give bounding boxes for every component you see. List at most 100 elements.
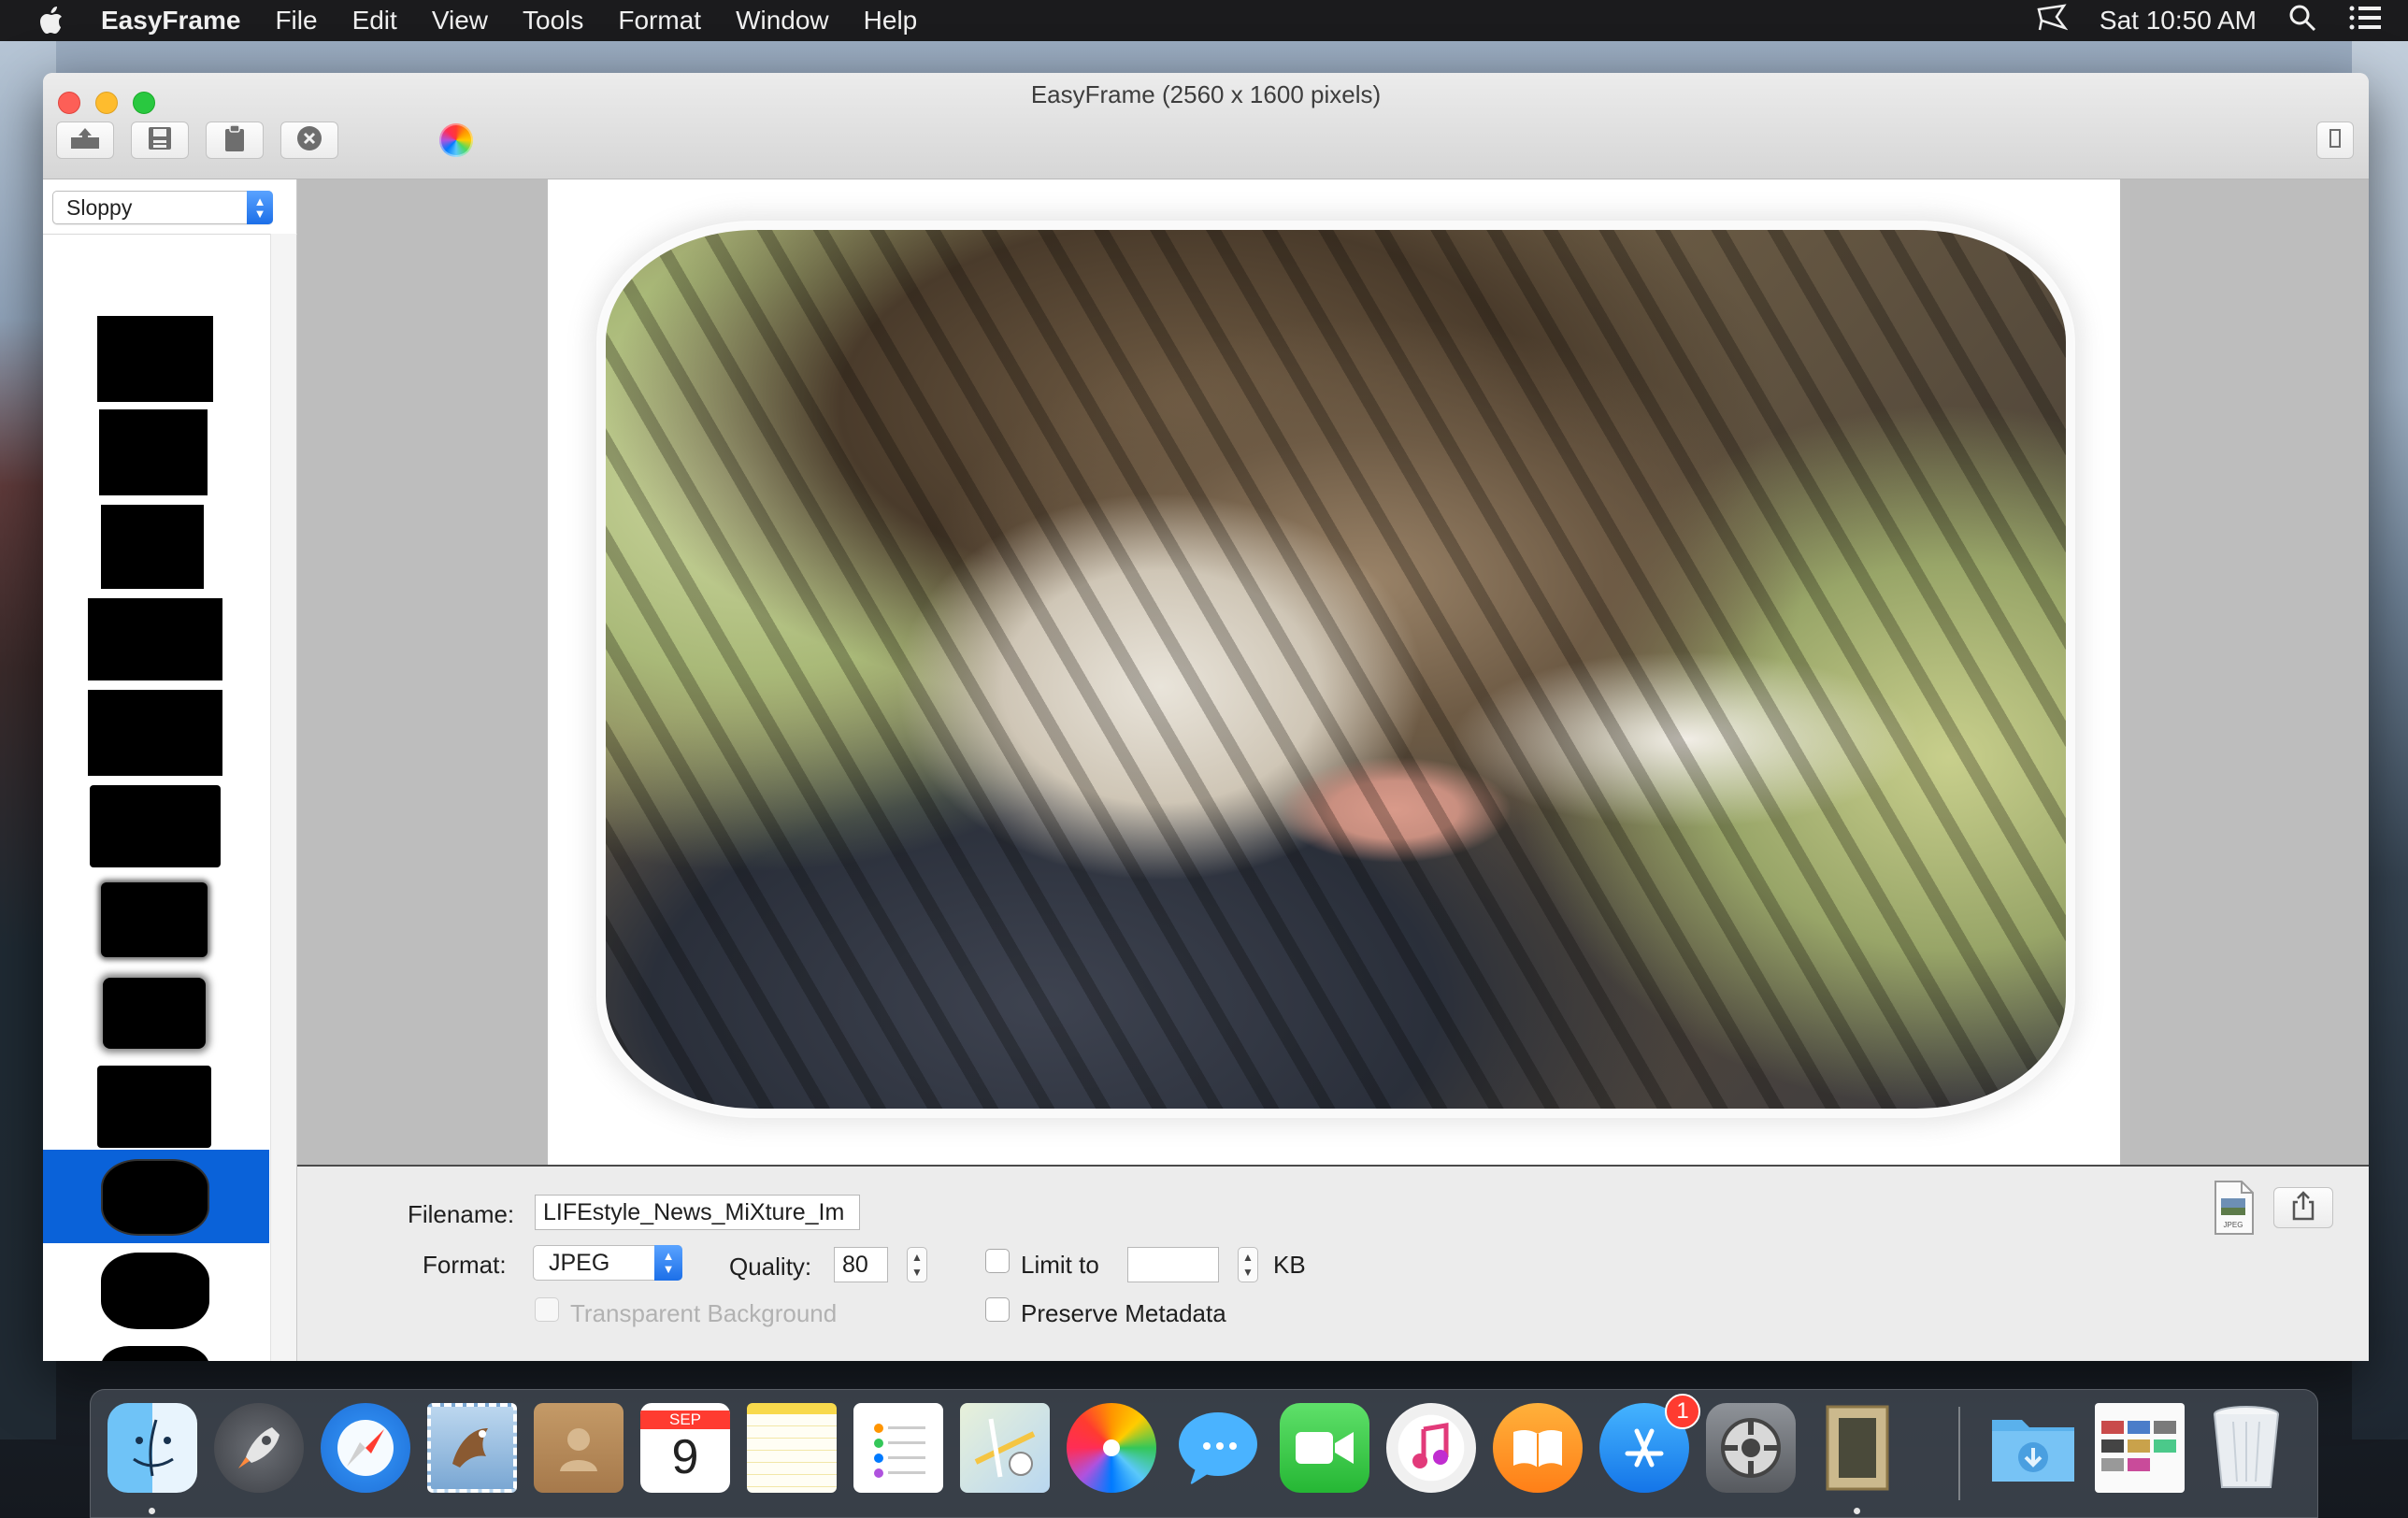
- frame-thumbnail[interactable]: [43, 1056, 269, 1150]
- filename-label: Filename:: [408, 1200, 515, 1228]
- frame-thumbnail[interactable]: [43, 682, 269, 776]
- frame-style-sidebar: Sloppy ▲ ▼: [43, 179, 297, 1361]
- limit-size-stepper[interactable]: ▲ ▼: [1238, 1247, 1258, 1282]
- frame-preview-shape: [101, 1346, 209, 1361]
- calendar-icon[interactable]: SEP 9: [640, 1403, 730, 1493]
- finder-icon[interactable]: [108, 1403, 197, 1493]
- transparent-background-checkbox[interactable]: [535, 1297, 559, 1322]
- frame-thumbnail[interactable]: [43, 308, 269, 402]
- ibooks-icon[interactable]: [1493, 1403, 1583, 1493]
- open-image-button[interactable]: [56, 122, 114, 159]
- apple-menu-icon[interactable]: [37, 6, 75, 36]
- system-preferences-icon[interactable]: [1706, 1403, 1796, 1493]
- frame-thumbnail[interactable]: [43, 402, 269, 495]
- frame-thumbnail[interactable]: [43, 1243, 269, 1337]
- dock-separator: [1958, 1407, 1960, 1500]
- facetime-icon[interactable]: [1280, 1403, 1369, 1493]
- format-value: JPEG: [549, 1250, 610, 1276]
- reminders-icon[interactable]: [853, 1403, 943, 1493]
- messages-icon[interactable]: [1173, 1403, 1263, 1493]
- jpeg-file-icon[interactable]: JPEG: [2212, 1180, 2255, 1236]
- trash-icon[interactable]: [2201, 1403, 2291, 1493]
- preview-stack-icon[interactable]: [2095, 1403, 2185, 1493]
- format-select[interactable]: JPEG ▲ ▼: [533, 1245, 682, 1281]
- close-image-button[interactable]: [280, 122, 338, 159]
- menu-edit[interactable]: Edit: [352, 6, 397, 36]
- notes-icon[interactable]: [747, 1403, 837, 1493]
- screen-share-icon[interactable]: [2036, 3, 2069, 38]
- menu-file[interactable]: File: [275, 6, 317, 36]
- photo-fur-texture: [606, 230, 2066, 1109]
- export-options-panel: Filename: LIFEstyle_News_MiXture_Im Form…: [297, 1165, 2369, 1361]
- frame-thumbnail[interactable]: [43, 589, 269, 682]
- spotlight-search-icon[interactable]: [2288, 4, 2316, 38]
- limit-to-label: Limit to: [1021, 1251, 1099, 1279]
- frame-preview-shape: [101, 1159, 209, 1236]
- frame-preview-shape: [103, 978, 206, 1049]
- itunes-icon[interactable]: [1386, 1403, 1476, 1493]
- menu-help[interactable]: Help: [864, 6, 918, 36]
- frame-style-value: Sloppy: [66, 195, 133, 220]
- frame-preview-shape: [101, 505, 204, 589]
- kb-label: KB: [1273, 1251, 1306, 1279]
- frame-preview-shape: [97, 316, 213, 402]
- easyframe-icon[interactable]: [1813, 1403, 1902, 1493]
- menu-tools[interactable]: Tools: [523, 6, 583, 36]
- maps-icon[interactable]: [960, 1403, 1050, 1493]
- limit-size-field[interactable]: [1127, 1247, 1219, 1282]
- window-title: EasyFrame (2560 x 1600 pixels): [1030, 80, 1382, 108]
- frame-preview-shape: [90, 785, 221, 867]
- downloads-folder-icon[interactable]: [1988, 1403, 2078, 1493]
- image-preview: [548, 179, 2120, 1165]
- dock: SEP 9 1: [90, 1389, 2318, 1518]
- quality-label: Quality:: [729, 1253, 812, 1281]
- title-bar: EasyFrame (2560 x 1600 pixels): [43, 73, 2369, 179]
- frame-thumbnail[interactable]: [43, 869, 269, 963]
- frame-preview-shape: [101, 1253, 209, 1329]
- chevron-updown-icon: ▲ ▼: [654, 1245, 682, 1281]
- menu-bar: EasyFrame File Edit View Tools Format Wi…: [0, 0, 2408, 41]
- framed-cat-photo: [606, 230, 2066, 1109]
- sidebar-toggle-icon: [2329, 128, 2342, 153]
- safari-icon[interactable]: [321, 1403, 410, 1493]
- menu-window[interactable]: Window: [736, 6, 829, 36]
- image-canvas: [297, 179, 2369, 1165]
- menu-app-name[interactable]: EasyFrame: [101, 6, 240, 36]
- open-icon: [69, 126, 101, 155]
- calendar-month: SEP: [640, 1411, 730, 1429]
- calendar-day: 9: [671, 1430, 699, 1484]
- frame-preview-shape: [97, 1066, 211, 1148]
- menubar-clock[interactable]: Sat 10:50 AM: [2100, 6, 2257, 36]
- color-wheel-icon[interactable]: [439, 123, 473, 157]
- jpeg-file-label: JPEG: [2223, 1221, 2243, 1229]
- frame-preview-shape: [88, 690, 222, 776]
- frame-thumbnail[interactable]: [43, 495, 269, 589]
- photos-icon[interactable]: [1067, 1403, 1156, 1493]
- easyframe-running-indicator: [1854, 1508, 1860, 1514]
- sidebar-toggle-button[interactable]: [2316, 122, 2354, 159]
- limit-size-checkbox[interactable]: [985, 1249, 1010, 1273]
- frame-thumbnail[interactable]: [43, 1337, 269, 1361]
- frame-thumbnail[interactable]: [43, 963, 269, 1056]
- mail-icon[interactable]: [427, 1403, 517, 1493]
- copy-to-clipboard-button[interactable]: [206, 122, 264, 159]
- quality-field[interactable]: 80: [834, 1247, 888, 1282]
- contacts-icon[interactable]: [534, 1403, 624, 1493]
- filename-field[interactable]: LIFEstyle_News_MiXture_Im: [535, 1195, 860, 1230]
- clipboard-icon: [223, 123, 246, 157]
- share-button[interactable]: [2273, 1187, 2333, 1228]
- notification-center-icon[interactable]: [2348, 5, 2382, 37]
- quality-stepper[interactable]: ▲ ▼: [907, 1247, 927, 1282]
- sidebar-scrollbar[interactable]: [270, 234, 296, 1361]
- preserve-metadata-checkbox[interactable]: [985, 1297, 1010, 1322]
- frame-thumbnail-selected[interactable]: [43, 1150, 269, 1243]
- finder-running-indicator: [149, 1508, 155, 1514]
- menu-format[interactable]: Format: [618, 6, 701, 36]
- menu-view[interactable]: View: [432, 6, 488, 36]
- easyframe-window: EasyFrame (2560 x 1600 pixels) Sloppy ▲ …: [43, 73, 2369, 1361]
- frame-thumbnail[interactable]: [43, 776, 269, 869]
- frame-style-select[interactable]: Sloppy ▲ ▼: [52, 191, 273, 224]
- frame-preview-shape: [101, 882, 208, 957]
- launchpad-icon[interactable]: [214, 1403, 304, 1493]
- save-button[interactable]: [131, 122, 189, 159]
